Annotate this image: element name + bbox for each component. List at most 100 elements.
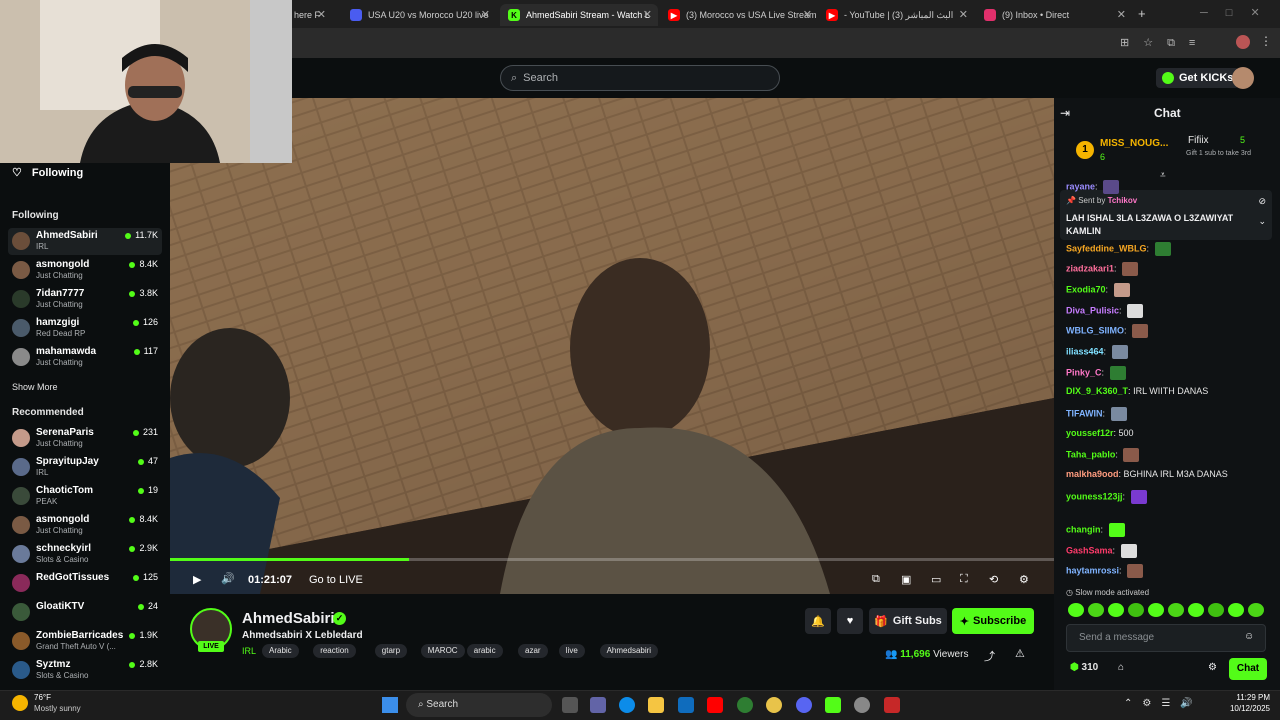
unpin-icon[interactable]: ⊘ <box>1258 196 1266 207</box>
edge-icon[interactable] <box>619 697 635 713</box>
clip-icon[interactable]: ▣ <box>901 573 911 586</box>
user-avatar[interactable] <box>1232 67 1254 89</box>
emote-icon[interactable] <box>1168 603 1184 617</box>
chat-username[interactable]: GashSama <box>1066 545 1113 555</box>
subscribe-button[interactable]: ✦ Subscribe <box>952 608 1034 634</box>
sidebar-item-redgottissues[interactable]: RedGotTissues 125 <box>8 570 162 597</box>
sidebar-item-asmongold[interactable]: asmongold Just Chatting 8.4K <box>8 512 162 539</box>
sidebar-item-hamzgigi[interactable]: hamzgigi Red Dead RP 126 <box>8 315 162 342</box>
chat-username[interactable]: youness123jj <box>1066 491 1123 501</box>
browser-menu-icon[interactable]: ⋮ <box>1260 34 1272 48</box>
emote-icon[interactable] <box>1088 603 1104 617</box>
send-chat-button[interactable]: Chat <box>1229 658 1267 680</box>
stream-tag[interactable]: Ahmedsabiri <box>599 644 659 658</box>
emoji-picker-icon[interactable]: ☺ <box>1244 631 1254 642</box>
browser-tab[interactable]: ▶ - YouTube | البث المباشر (3) ✕ <box>818 4 974 26</box>
emote-icon[interactable] <box>1248 603 1264 617</box>
stream-tag[interactable]: Arabic <box>262 644 299 658</box>
emote-icon[interactable] <box>1188 603 1204 617</box>
fullscreen-icon[interactable]: ⛶ <box>960 573 968 586</box>
search-input[interactable]: ⌕ Search <box>500 65 780 91</box>
sidebar-following-header[interactable]: ♡ Following <box>12 166 83 179</box>
outlook-icon[interactable] <box>678 697 694 713</box>
emote-icon[interactable] <box>1128 603 1144 617</box>
browser-tab[interactable]: USA U20 vs Morocco U20 live ✕ <box>342 4 496 26</box>
sidebar-item-serenaparis[interactable]: SerenaParis Just Chatting 231 <box>8 425 162 452</box>
system-tray-icons[interactable]: ⌃⚙☰🔊 <box>1124 698 1203 709</box>
chat-username[interactable]: haytamrossi <box>1066 565 1119 575</box>
chat-username[interactable]: youssef12r <box>1066 428 1114 438</box>
chat-username[interactable]: Sayfeddine_WBLG <box>1066 243 1147 253</box>
share-icon[interactable]: ⤴ <box>984 648 995 664</box>
browser-tab[interactable]: (9) Inbox • Direct ✕ <box>976 4 1132 26</box>
sidebar-item-asmongold[interactable]: asmongold Just Chatting 8.4K <box>8 257 162 284</box>
chat-username[interactable]: changin <box>1066 524 1101 534</box>
chevron-down-icon[interactable]: ⌄ <box>1258 216 1266 227</box>
chrome-icon[interactable] <box>766 697 782 713</box>
new-tab-button[interactable]: + <box>1138 6 1146 21</box>
steam-icon[interactable] <box>854 697 870 713</box>
stream-tag[interactable]: arabic <box>466 644 503 658</box>
close-tab-icon[interactable]: ✕ <box>481 8 490 21</box>
get-kicks-button[interactable]: Get KICKs <box>1156 68 1240 88</box>
sidebar-item-sprayitupjay[interactable]: SprayitupJay IRL 47 <box>8 454 162 481</box>
show-more-link[interactable]: Show More <box>12 382 58 392</box>
browser-tab[interactable]: here F ✕ <box>286 4 332 26</box>
chat-username[interactable]: Pinky_C <box>1066 367 1102 377</box>
miniplayer-icon[interactable]: ⧉ <box>872 573 880 586</box>
sidebar-item-mahamawda[interactable]: mahamawda Just Chatting 117 <box>8 344 162 371</box>
channel-points[interactable]: ⬢ 310 <box>1070 662 1098 673</box>
emote-icon[interactable] <box>1208 603 1224 617</box>
chat-username[interactable]: TIFAWIN <box>1066 408 1103 418</box>
chat-username[interactable]: DIX_9_K360_T <box>1066 386 1128 396</box>
volume-icon[interactable]: 🔊 <box>221 572 235 585</box>
stream-tag[interactable]: live <box>558 644 585 658</box>
stream-category[interactable]: IRL <box>242 646 256 656</box>
file-explorer-icon[interactable] <box>648 697 664 713</box>
sidebar-item-syztmz[interactable]: Syztmz Slots & Casino 2.8K <box>8 657 162 684</box>
xbox-icon[interactable] <box>737 697 753 713</box>
video-player[interactable] <box>170 98 1054 594</box>
teams-icon[interactable] <box>590 697 606 713</box>
sidebar-item-chaotictom[interactable]: ChaoticTom PEAK 19 <box>8 483 162 510</box>
weather-icon[interactable] <box>12 695 28 711</box>
sidebar-item-7idan7777[interactable]: 7idan7777 Just Chatting 3.8K <box>8 286 162 313</box>
close-tab-icon[interactable]: ✕ <box>803 8 812 21</box>
chat-settings-icon[interactable]: ⚙ <box>1208 662 1217 673</box>
browser-toolbar-icons[interactable]: ⊞☆⧉≡ <box>1120 36 1209 50</box>
chat-username[interactable]: WBLG_SIIMO <box>1066 325 1124 335</box>
stream-tag[interactable]: reaction <box>313 644 356 658</box>
rewind-icon[interactable]: ⟲ <box>989 573 998 586</box>
notification-bell-icon[interactable]: 🔔 <box>805 608 831 634</box>
gift-subs-button[interactable]: 🎁 Gift Subs <box>869 608 947 634</box>
stream-tag[interactable]: MAROC <box>420 644 465 658</box>
follow-heart-icon[interactable]: ♥ <box>837 608 863 634</box>
taskbar-search[interactable]: ⌕ Search <box>406 693 552 717</box>
store-icon[interactable]: ⌂ <box>1118 662 1124 673</box>
emote-icon[interactable] <box>1148 603 1164 617</box>
chat-username[interactable]: rayane <box>1066 181 1095 191</box>
youtube-icon[interactable] <box>707 697 723 713</box>
leaderboard-top-name[interactable]: MISS_NOUG... <box>1100 138 1168 149</box>
browser-tab[interactable]: ▶ (3) Morocco vs USA Live Stream ✕ <box>660 4 818 26</box>
close-tab-icon[interactable]: ✕ <box>1117 8 1126 21</box>
stream-tag[interactable]: gtarp <box>374 644 408 658</box>
report-icon[interactable]: ⚠ <box>1015 647 1025 660</box>
shield-icon[interactable] <box>884 697 900 713</box>
sidebar-item-schneckyirl[interactable]: schneckyirl Slots & Casino 2.9K <box>8 541 162 568</box>
sidebar-item-gloatiktv[interactable]: GloatiKTV 24 <box>8 599 162 626</box>
emote-icon[interactable] <box>1228 603 1244 617</box>
chat-username[interactable]: malkha9ood <box>1066 469 1119 479</box>
close-tab-icon[interactable]: ✕ <box>959 8 968 21</box>
discord-icon[interactable] <box>796 697 812 713</box>
sidebar-item-ahmedsabiri[interactable]: AhmedSabiri IRL 11.7K <box>8 228 162 255</box>
sidebar-item-zombiebarricades[interactable]: ZombieBarricades Grand Theft Auto V (... 1… <box>8 628 162 655</box>
windows-start-icon[interactable] <box>382 697 398 713</box>
close-tab-icon[interactable]: ✕ <box>643 8 652 21</box>
kick-app-icon[interactable] <box>825 697 841 713</box>
chat-username[interactable]: ziadzakari1 <box>1066 263 1114 273</box>
go-to-live-button[interactable]: Go to LIVE <box>309 574 363 586</box>
chat-username[interactable]: Exodia70 <box>1066 284 1106 294</box>
close-tab-icon[interactable]: ✕ <box>317 8 326 21</box>
play-icon[interactable]: ▶ <box>193 573 201 586</box>
